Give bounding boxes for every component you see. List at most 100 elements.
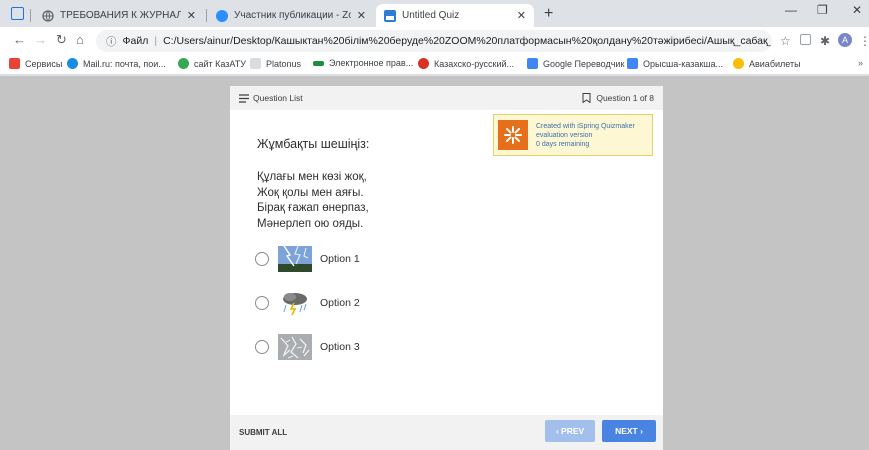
option-radio[interactable]: [255, 340, 269, 354]
option-2[interactable]: Option 2: [255, 290, 360, 316]
bookmark-label: Mail.ru: почта, пои...: [83, 58, 166, 69]
tab-title: Untitled Quiz: [402, 10, 460, 21]
bookmark-google-translate[interactable]: Google Переводчик: [527, 58, 624, 69]
ispring-notice-text: Created with iSpring Quizmaker evaluatio…: [536, 122, 635, 149]
plane-icon: [733, 58, 744, 69]
more-bookmarks-icon[interactable]: »: [858, 58, 863, 68]
dictionary-icon: [418, 58, 429, 69]
tab-separator: [206, 9, 207, 22]
bookmark-label: Электронное прав...: [329, 58, 414, 68]
translate-icon: [627, 58, 638, 69]
option-3[interactable]: Option 3: [255, 334, 360, 360]
list-icon: [239, 93, 249, 103]
bookmark-russian-kazakh[interactable]: Орысша-казакша...: [627, 58, 723, 69]
browser-toolbar: ← → ↻ ⌂ ⓘ Файл | C:/Users/ainur/Desktop/…: [0, 27, 869, 55]
puzzle-icon[interactable]: ✱: [820, 34, 830, 48]
option-label: Option 1: [320, 253, 360, 265]
star-icon[interactable]: ☆: [780, 34, 791, 48]
bookmark-mailru[interactable]: Mail.ru: почта, пои...: [67, 58, 166, 69]
restore-button[interactable]: ❐: [817, 3, 828, 17]
close-icon[interactable]: ✕: [357, 9, 366, 22]
bookmark-kazatu[interactable]: сайт КазАТУ: [178, 58, 246, 69]
ispring-line: evaluation version: [536, 131, 593, 139]
question-list-button[interactable]: Question List: [239, 93, 303, 103]
forward-arrow-icon[interactable]: →: [34, 32, 47, 47]
bookmark-electronic[interactable]: Электронное прав...: [313, 58, 413, 68]
bookmark-label: сайт КазАТУ: [194, 58, 246, 69]
question-title: Жұмбақты шешіңіз:: [257, 137, 370, 151]
address-prefix: Файл: [122, 35, 149, 47]
ispring-icon: [384, 9, 396, 22]
address-url: C:/Users/ainur/Desktop/Кашыктан%20білім%…: [163, 35, 772, 47]
mailru-icon: [67, 58, 78, 69]
option-radio[interactable]: [255, 296, 269, 310]
zoom-icon: [216, 9, 228, 22]
tab-zoom[interactable]: Участник публикации - Zoom ✕: [208, 4, 374, 27]
translate-icon: [527, 58, 538, 69]
question-card: Жұмбақты шешіңіз: Құлағы мен көзі жоқ, Ж…: [230, 110, 663, 415]
prev-button[interactable]: ‹ PREV: [545, 420, 595, 442]
tab-untitled-quiz[interactable]: Untitled Quiz ✕: [376, 4, 534, 27]
close-icon[interactable]: ✕: [187, 9, 196, 22]
bookmark-kazakh-russian[interactable]: Казахско-русский...: [418, 58, 514, 69]
bookmark-apps[interactable]: Сервисы: [9, 58, 62, 69]
platonus-icon: [250, 58, 261, 69]
next-button[interactable]: NEXT ›: [602, 420, 656, 442]
option-radio[interactable]: [255, 252, 269, 266]
tab-title: ТРЕБОВАНИЯ К ЖУРНАЛУ — Н...: [60, 10, 181, 21]
tab-separator: [30, 9, 31, 22]
option-label: Option 3: [320, 341, 360, 353]
option-label: Option 2: [320, 297, 360, 309]
menu-icon[interactable]: ⋮: [859, 34, 869, 48]
bookmark-label: Platonus: [266, 58, 302, 69]
bookmark-label: Казахско-русский...: [434, 58, 515, 69]
riddle-line: Бірақ ғажап өнерпаз,: [257, 202, 369, 214]
close-window-button[interactable]: ✕: [852, 3, 862, 17]
ispring-line: Created with iSpring Quizmaker: [536, 122, 635, 130]
ispring-line: 0 days remaining: [536, 140, 590, 148]
tab-strip: ТРЕБОВАНИЯ К ЖУРНАЛУ — Н... ✕ Участник п…: [0, 0, 869, 27]
ispring-logo-icon: [498, 120, 528, 150]
question-list-label: Question List: [253, 93, 303, 103]
electronic-icon: [313, 60, 324, 66]
new-tab-button[interactable]: +: [544, 5, 553, 23]
bookmark-aviatickets[interactable]: Авиабилеты: [733, 58, 801, 69]
storm-cloud-image: [278, 290, 312, 316]
bookmark-icon[interactable]: [582, 93, 591, 103]
tab-title: Участник публикации - Zoom: [234, 10, 351, 21]
close-icon[interactable]: ✕: [517, 9, 526, 22]
bookmarks-bar: Сервисы Mail.ru: почта, пои... сайт КазА…: [0, 55, 869, 75]
quiz-player: Question List Question 1 of 8 Жұмбақты ш…: [230, 86, 663, 450]
home-icon[interactable]: ⌂: [76, 32, 84, 47]
address-separator: |: [154, 35, 158, 47]
bookmark-label: Орысша-казакша...: [643, 58, 724, 69]
bookmark-label: Google Переводчик: [543, 58, 625, 69]
riddle-line: Жоқ қолы мен аяғы.: [257, 186, 364, 199]
tab-journal[interactable]: ТРЕБОВАНИЯ К ЖУРНАЛУ — Н... ✕: [34, 4, 204, 27]
reload-icon[interactable]: ↻: [56, 32, 67, 48]
back-arrow-icon[interactable]: ←: [13, 32, 26, 47]
lightning-image: [278, 246, 312, 272]
bookmark-platonus[interactable]: Platonus: [250, 58, 301, 69]
globe-icon: [42, 9, 54, 22]
question-counter: Question 1 of 8: [582, 93, 654, 103]
tab-search-icon[interactable]: [11, 7, 24, 20]
avatar[interactable]: A: [838, 33, 852, 47]
riddle-line: Мәнерлеп ою ояды.: [257, 217, 364, 230]
extension-icon[interactable]: [800, 34, 811, 45]
riddle-line: Құлағы мен көзі жоқ,: [257, 171, 367, 183]
player-footer: SUBMIT ALL ‹ PREV NEXT ›: [230, 415, 663, 450]
minimize-button[interactable]: —: [785, 3, 797, 17]
page-content: Question List Question 1 of 8 Жұмбақты ш…: [0, 76, 869, 450]
apps-grid-icon: [9, 58, 20, 69]
address-bar[interactable]: ⓘ Файл | C:/Users/ainur/Desktop/Кашыктан…: [96, 30, 772, 52]
player-header: Question List Question 1 of 8: [230, 86, 663, 110]
submit-all-button[interactable]: SUBMIT ALL: [239, 428, 287, 437]
bookmark-label: Сервисы: [25, 58, 63, 69]
bookmark-label: Авиабилеты: [749, 58, 801, 69]
option-1[interactable]: Option 1: [255, 246, 360, 272]
question-counter-text: Question 1 of 8: [596, 93, 654, 103]
frost-pattern-image: [278, 334, 312, 360]
riddle-text: Құлағы мен көзі жоқ, Жоқ қолы мен аяғы. …: [257, 170, 369, 232]
info-icon[interactable]: ⓘ: [106, 34, 117, 49]
